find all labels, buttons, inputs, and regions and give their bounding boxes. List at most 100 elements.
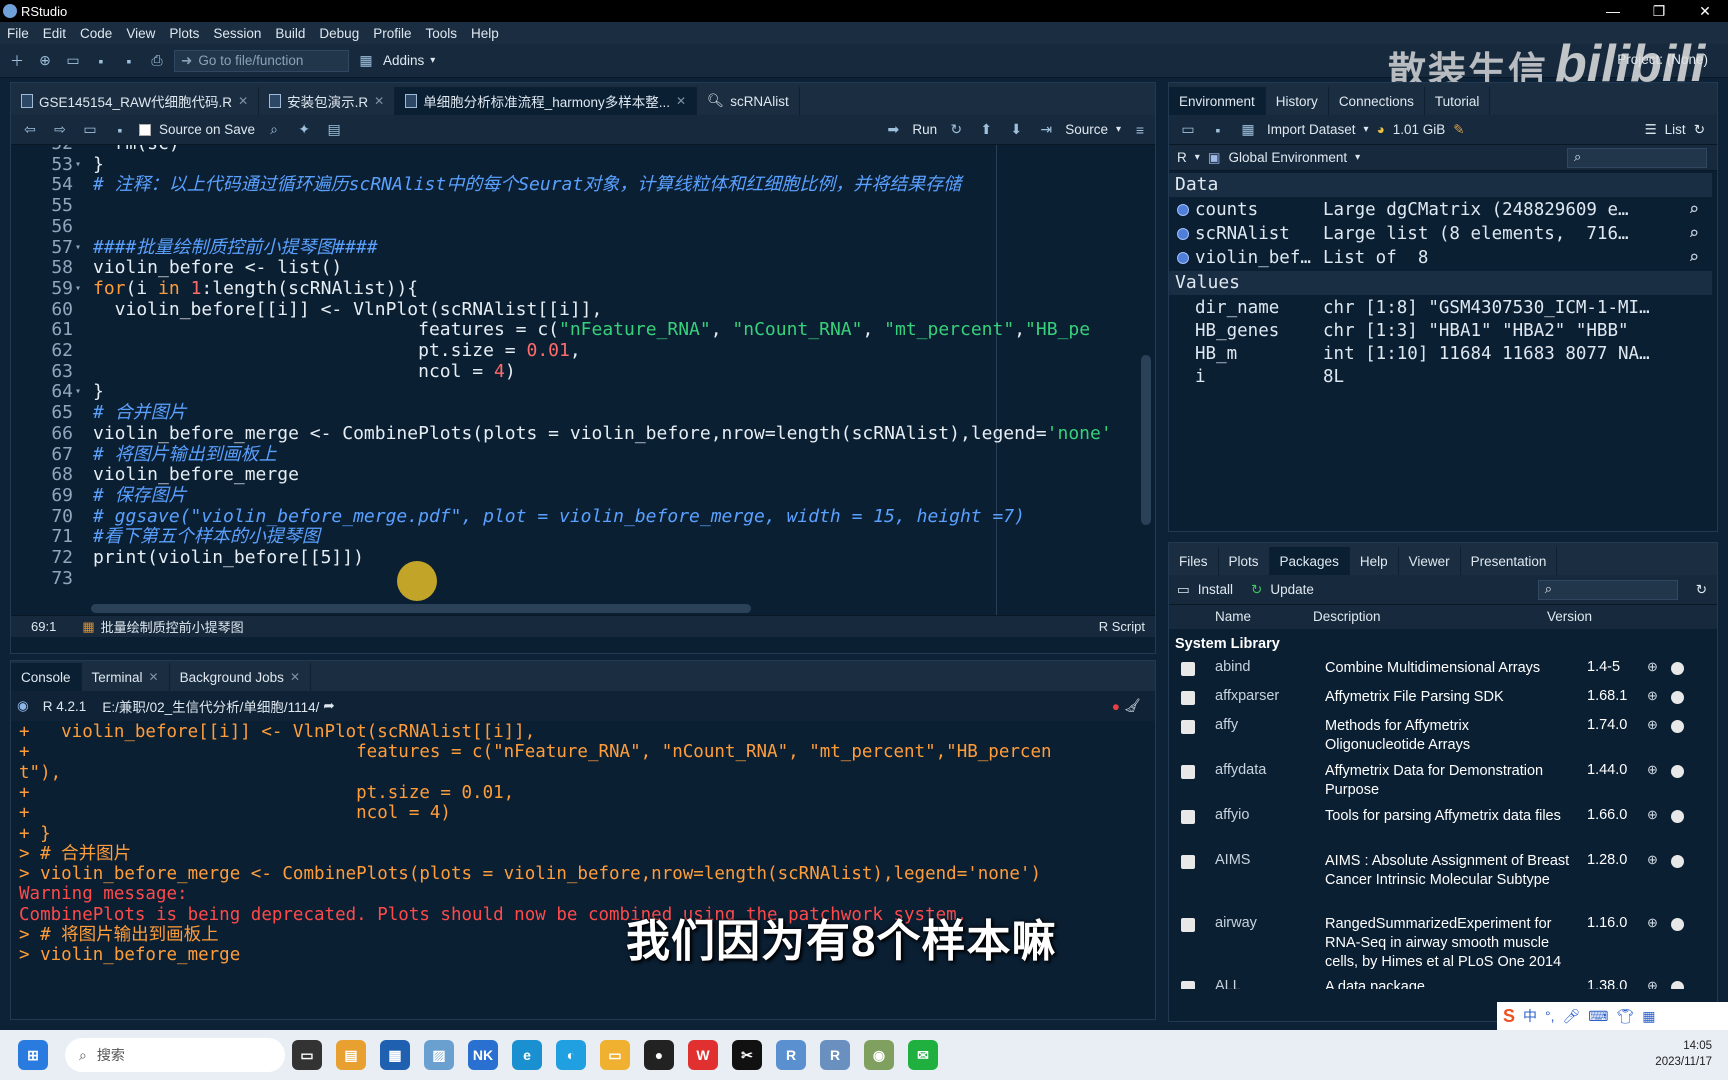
package-name[interactable]: AIMS (1215, 852, 1250, 868)
package-name[interactable]: affy (1215, 717, 1238, 733)
working-directory[interactable]: E:/兼职/02_生信代分析/单细胞/1114/ (102, 696, 319, 716)
globe-icon[interactable]: ⊕ (1647, 807, 1658, 823)
fold-arrow-icon[interactable]: ▾ (75, 381, 81, 403)
save-icon[interactable]: ▪ (90, 51, 112, 71)
store-icon[interactable]: ▦ (380, 1040, 410, 1070)
open-folder-icon[interactable]: ▭ (1177, 120, 1199, 140)
package-load-checkbox[interactable] (1181, 720, 1195, 734)
menu-tools[interactable]: Tools (418, 26, 464, 41)
tab-install-demo[interactable]: 安装包演示.R ✕ (259, 87, 396, 115)
print-icon[interactable]: ⎙ (146, 51, 168, 71)
tab-console[interactable]: Console (11, 663, 82, 691)
explorer-icon[interactable]: ▤ (336, 1040, 366, 1070)
section-name[interactable]: 批量绘制质控前小提琴图 (101, 617, 244, 636)
menu-code[interactable]: Code (73, 26, 119, 41)
menu-debug[interactable]: Debug (312, 26, 366, 41)
list-view-toggle[interactable]: List (1665, 122, 1686, 137)
save-all-icon[interactable]: ▪ (118, 51, 140, 71)
tab-help[interactable]: Help (1350, 547, 1399, 575)
show-in-window-icon[interactable]: ▭ (79, 120, 101, 140)
tab-terminal[interactable]: Terminal ✕ (82, 663, 170, 691)
refresh-icon[interactable]: ↻ (1696, 582, 1707, 598)
outline-icon[interactable]: ≡ (1129, 120, 1151, 140)
menu-plots[interactable]: Plots (162, 26, 206, 41)
filetype-selector[interactable]: R Script (1099, 619, 1145, 634)
package-load-checkbox[interactable] (1181, 810, 1195, 824)
skin-icon[interactable]: 👕︎ (1617, 1008, 1635, 1025)
scope-selector[interactable]: Global Environment (1229, 150, 1348, 165)
r-gui-icon[interactable]: R (820, 1040, 850, 1070)
edge-icon[interactable]: e (512, 1040, 542, 1070)
system-tray-clock[interactable]: 14:05 2023/11/17 (1655, 1038, 1712, 1070)
fold-arrow-icon[interactable]: ▾ (75, 278, 81, 300)
globe-icon[interactable]: ⊕ (1647, 717, 1658, 733)
package-load-checkbox[interactable] (1181, 855, 1195, 869)
new-file-icon[interactable]: ＋ (6, 51, 28, 71)
tab-packages[interactable]: Packages (1269, 547, 1350, 575)
down-arrow-icon[interactable]: ⬇ (1005, 120, 1027, 140)
globe-icon[interactable]: ⊕ (1647, 659, 1658, 675)
save-icon[interactable]: ▪ (1207, 120, 1229, 140)
menu-profile[interactable]: Profile (366, 26, 418, 41)
package-name[interactable]: affydata (1215, 762, 1266, 778)
remove-package-icon[interactable] (1671, 810, 1684, 823)
run-button[interactable]: Run (912, 122, 937, 137)
rerun-icon[interactable]: ↻ (945, 120, 967, 140)
search-icon[interactable]: ⌕ (263, 120, 285, 140)
update-button[interactable]: Update (1270, 582, 1314, 597)
package-name[interactable]: affyio (1215, 807, 1249, 823)
stop-icon[interactable]: ● (1112, 699, 1120, 714)
fold-arrow-icon[interactable]: ▾ (75, 154, 81, 176)
expand-icon[interactable] (1177, 252, 1189, 264)
package-load-checkbox[interactable] (1181, 765, 1195, 779)
package-load-checkbox[interactable] (1181, 691, 1195, 705)
globe-icon[interactable]: ⊕ (1647, 852, 1658, 868)
globe-icon[interactable]: ⊕ (1647, 915, 1658, 931)
tab-singlecell-harmony[interactable]: 单细胞分析标准流程_harmony多样本整... ✕ (395, 87, 698, 115)
broom-icon[interactable]: ✎ (1453, 122, 1464, 138)
code-editor[interactable]: 52 rm(sc)53▾}54# 注释：以上代码通过循环遍历scRNAlist中… (11, 145, 1155, 615)
toolbox-icon[interactable]: ▦ (1642, 1008, 1655, 1025)
globe-icon[interactable]: ⊕ (1647, 978, 1658, 989)
language-selector[interactable]: R (1177, 150, 1187, 165)
back-arrow-icon[interactable]: ⇦ (19, 120, 41, 140)
tab-connections[interactable]: Connections (1329, 87, 1425, 115)
chevron-down-icon[interactable]: ▾ (1116, 124, 1121, 135)
close-tab-icon[interactable]: ✕ (238, 94, 248, 108)
tab-presentation[interactable]: Presentation (1461, 547, 1558, 575)
package-load-checkbox[interactable] (1181, 981, 1195, 989)
close-tab-icon[interactable]: ✕ (290, 670, 300, 684)
goto-file-input[interactable]: ➜ Go to file/function (174, 49, 349, 72)
source-button[interactable]: Source (1065, 122, 1108, 137)
compile-report-icon[interactable]: ▤ (323, 120, 345, 140)
open-folder-icon[interactable]: ▭ (62, 51, 84, 71)
remove-package-icon[interactable] (1671, 765, 1684, 778)
horizontal-scrollbar[interactable] (91, 604, 751, 613)
magic-wand-icon[interactable]: ✦ (293, 120, 315, 140)
tab-viewer[interactable]: Viewer (1399, 547, 1461, 575)
view-magnifier-icon[interactable]: ⌕ (1688, 221, 1699, 247)
close-button[interactable]: ✕ (1682, 0, 1728, 22)
menu-edit[interactable]: Edit (36, 26, 73, 41)
maximize-button[interactable]: ❐ (1636, 0, 1682, 22)
forward-arrow-icon[interactable]: ⇨ (49, 120, 71, 140)
keyboard-icon[interactable]: ⌨ (1588, 1008, 1608, 1025)
wps-icon[interactable]: W (688, 1040, 718, 1070)
import-dataset-button[interactable]: Import Dataset (1267, 122, 1356, 137)
env-data-row[interactable]: violin_bef… List of 8 ⌕ (1169, 245, 1719, 271)
remove-package-icon[interactable] (1671, 918, 1684, 931)
remove-package-icon[interactable] (1671, 662, 1684, 675)
refresh-icon[interactable]: ↻ (1694, 122, 1705, 138)
expand-icon[interactable] (1177, 228, 1189, 240)
remove-package-icon[interactable] (1671, 855, 1684, 868)
package-load-checkbox[interactable] (1181, 662, 1195, 676)
photos-icon[interactable]: ▨ (424, 1040, 454, 1070)
up-arrow-icon[interactable]: ⬆ (975, 120, 997, 140)
globe-icon[interactable]: ⊕ (1647, 688, 1658, 704)
remove-package-icon[interactable] (1671, 720, 1684, 733)
capcut-icon[interactable]: ✂ (732, 1040, 762, 1070)
clear-console-icon[interactable]: 🧹︎ (1124, 698, 1141, 714)
tab-plots[interactable]: Plots (1219, 547, 1270, 575)
tab-tutorial[interactable]: Tutorial (1425, 87, 1491, 115)
package-name[interactable]: affxparser (1215, 688, 1279, 704)
